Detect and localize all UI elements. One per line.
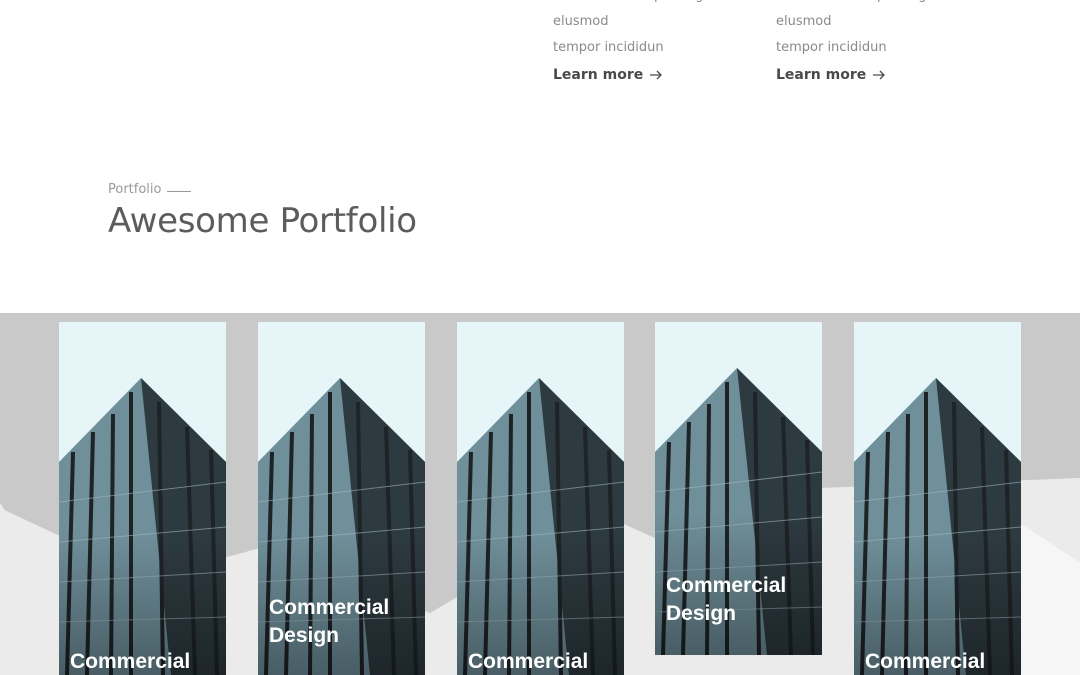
eyebrow-label: Portfolio — [108, 182, 162, 197]
portfolio-card[interactable]: Commercial — [59, 322, 226, 675]
card-title: Commercial Design — [666, 574, 787, 625]
portfolio-card[interactable]: Commercial — [457, 322, 624, 675]
learn-more-label: Learn more — [776, 67, 867, 83]
card-title: Commercial Design — [269, 596, 390, 647]
portfolio-card[interactable]: Commercial — [854, 322, 1021, 675]
portfolio-title: Awesome Portfolio — [108, 201, 417, 241]
learn-more-link[interactable]: Learn more — [776, 67, 886, 83]
service-description: consectetur adipisicing elusmod tempor i… — [553, 0, 704, 55]
portfolio-heading: Portfolio Awesome Portfolio — [108, 182, 417, 241]
learn-more-link[interactable]: Learn more — [553, 67, 663, 83]
section-eyebrow: Portfolio — [108, 182, 417, 197]
service-description: consectetur adipisicing elusmod tempor i… — [776, 0, 927, 55]
portfolio-card[interactable]: Commercial Design — [258, 322, 425, 675]
card-title: Commercial — [865, 650, 986, 673]
arrow-right-icon — [873, 70, 886, 80]
service-card-1: consectetur adipisicing elusmod tempor i… — [553, 0, 753, 83]
arrow-right-icon — [650, 70, 663, 80]
eyebrow-divider — [167, 191, 192, 192]
card-title: Commercial — [468, 650, 589, 673]
service-card-2: consectetur adipisicing elusmod tempor i… — [776, 0, 976, 83]
card-title: Commercial — [70, 650, 191, 673]
portfolio-card[interactable]: Commercial Design — [655, 322, 822, 655]
portfolio-gallery: Commercial Commercial Design Commercial … — [0, 313, 1080, 675]
learn-more-label: Learn more — [553, 67, 644, 83]
